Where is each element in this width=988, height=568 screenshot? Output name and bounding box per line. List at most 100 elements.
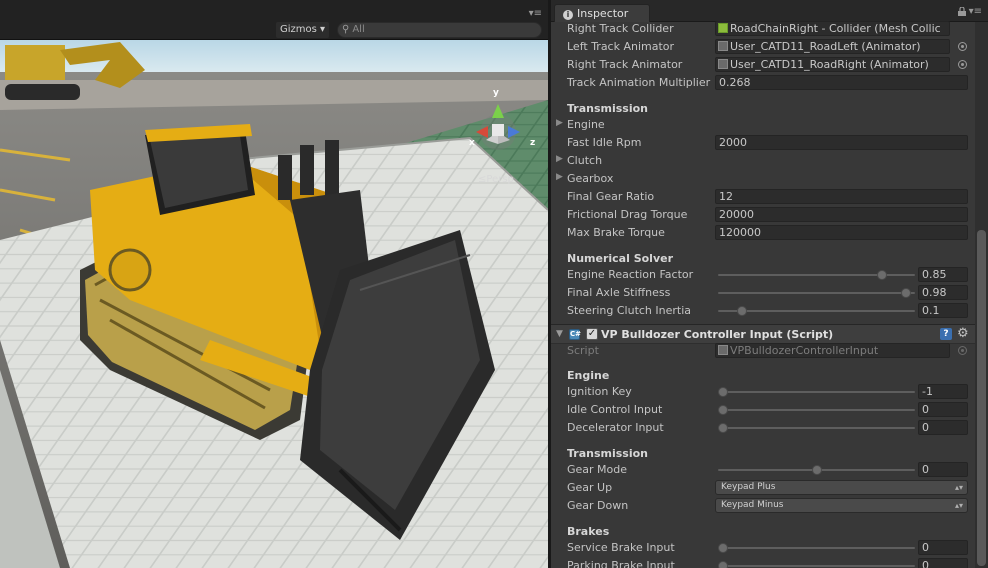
parking-brake-input-row: Parking Brake Input 0 [551, 557, 975, 568]
slider-knob[interactable] [718, 387, 728, 397]
track-animation-multiplier-input[interactable]: 0.268 [715, 75, 968, 90]
right-track-animator-row: Right Track Animator User_CATD11_RoadRig… [551, 56, 975, 74]
foldout-label: Clutch [567, 154, 603, 167]
right-track-collider-field[interactable]: RoadChainRight - Collider (Mesh Collic [715, 21, 950, 36]
field-label: Idle Control Input [567, 403, 663, 416]
field-label: Parking Brake Input [567, 559, 675, 568]
gear-icon[interactable]: ⚙ [957, 326, 969, 341]
field-value: VPBulldozerControllerInput [730, 344, 879, 357]
right-track-animator-field[interactable]: User_CATD11_RoadRight (Animator) [715, 57, 950, 72]
fast-idle-rpm-row: Fast Idle Rpm 2000 [551, 134, 975, 152]
scene-view[interactable]: ▾≡ Gizmos ▾ ⚲ All y x z ≤Persp [0, 0, 548, 568]
search-placeholder: All [352, 24, 365, 35]
field-label: Track Animation Multiplier [567, 76, 711, 89]
script-field: VPBulldozerControllerInput [715, 343, 950, 358]
scene-search-input[interactable]: ⚲ All [337, 22, 542, 38]
engine-foldout[interactable]: ▶ Engine [551, 116, 975, 134]
parking-brake-input-slider[interactable] [718, 565, 915, 567]
idle-control-input-field[interactable]: 0 [918, 402, 968, 417]
object-picker-icon [958, 346, 967, 355]
gear-mode-input[interactable]: 0 [918, 462, 968, 477]
script-file-icon [718, 345, 728, 355]
gear-up-dropdown[interactable]: Keypad Plus ▴▾ [715, 480, 968, 495]
animator-icon [718, 41, 728, 51]
inspector-scrollbar[interactable] [975, 22, 988, 568]
panel-menu-icon[interactable]: ▾≡ [529, 8, 542, 19]
service-brake-input-slider[interactable] [718, 547, 915, 549]
field-label: Steering Clutch Inertia [567, 304, 692, 317]
right-track-collider-row: Right Track Collider RoadChainRight - Co… [551, 20, 975, 38]
section-title: Transmission [567, 102, 649, 115]
idle-control-input-slider[interactable] [718, 409, 915, 411]
field-label: Decelerator Input [567, 421, 664, 434]
script-icon: C# [569, 329, 582, 340]
ignition-key-input[interactable]: -1 [918, 384, 968, 399]
lock-icon[interactable] [958, 7, 966, 16]
engine-reaction-factor-input[interactable]: 0.85 [918, 267, 968, 282]
slider-knob[interactable] [718, 423, 728, 433]
chevron-right-icon: ▶ [556, 154, 563, 164]
slider-knob[interactable] [736, 306, 747, 316]
help-icon[interactable]: ? [940, 328, 952, 340]
final-axle-stiffness-row: Final Axle Stiffness 0.98 [551, 284, 975, 302]
slider-knob[interactable] [876, 270, 887, 280]
axis-z-label[interactable]: z [530, 138, 535, 148]
idle-control-input-row: Idle Control Input 0 [551, 401, 975, 419]
tab-inspector-label: Inspector [577, 7, 629, 20]
field-label: Frictional Drag Torque [567, 208, 688, 221]
component-enabled-checkbox[interactable]: ✓ [586, 328, 598, 340]
ignition-key-slider[interactable] [718, 391, 915, 393]
persp-toggle[interactable]: ≤Persp [478, 174, 514, 185]
panel-menu-icon[interactable]: ▾≡ [969, 6, 982, 17]
field-label: Engine Reaction Factor [567, 268, 694, 281]
steering-clutch-inertia-slider[interactable] [718, 310, 915, 312]
ignition-key-row: Ignition Key -1 [551, 383, 975, 401]
scrollbar-thumb[interactable] [977, 230, 986, 566]
gear-down-dropdown[interactable]: Keypad Minus ▴▾ [715, 498, 968, 513]
decelerator-input-row: Decelerator Input 0 [551, 419, 975, 437]
final-axle-stiffness-input[interactable]: 0.98 [918, 285, 968, 300]
field-label: Gear Mode [567, 463, 628, 476]
field-label: Max Brake Torque [567, 226, 665, 239]
max-brake-torque-input[interactable]: 120000 [715, 225, 968, 240]
final-axle-stiffness-slider[interactable] [718, 292, 915, 294]
field-value: User_CATD11_RoadRight (Animator) [730, 58, 929, 71]
axis-y-label: y [493, 88, 499, 98]
gizmos-dropdown[interactable]: Gizmos ▾ [276, 22, 330, 38]
slider-knob[interactable] [718, 561, 728, 568]
field-label: Final Axle Stiffness [567, 286, 671, 299]
decelerator-input-slider[interactable] [718, 427, 915, 429]
field-label: Gear Down [567, 499, 629, 512]
component-header[interactable]: ▼ C# ✓ VP Bulldozer Controller Input (Sc… [551, 324, 975, 344]
gearbox-foldout[interactable]: ▶ Gearbox [551, 170, 975, 188]
steering-clutch-inertia-input[interactable]: 0.1 [918, 303, 968, 318]
field-label: Fast Idle Rpm [567, 136, 642, 149]
field-label: Service Brake Input [567, 541, 675, 554]
engine-reaction-factor-row: Engine Reaction Factor 0.85 [551, 266, 975, 284]
info-icon: i [563, 10, 573, 20]
section-title: Numerical Solver [567, 252, 674, 265]
gear-up-row: Gear Up Keypad Plus ▴▾ [551, 479, 975, 497]
slider-knob[interactable] [718, 405, 728, 415]
service-brake-input-field[interactable]: 0 [918, 540, 968, 555]
decelerator-input-field[interactable]: 0 [918, 420, 968, 435]
fast-idle-rpm-input[interactable]: 2000 [715, 135, 968, 150]
search-icon: ⚲ [342, 24, 350, 35]
left-track-animator-field[interactable]: User_CATD11_RoadLeft (Animator) [715, 39, 950, 54]
axis-x-label[interactable]: x [469, 138, 475, 148]
slider-knob[interactable] [718, 543, 728, 553]
object-picker-icon[interactable] [958, 42, 967, 51]
frictional-drag-torque-input[interactable]: 20000 [715, 207, 968, 222]
scene-viewport[interactable]: y x z ≤Persp [0, 40, 548, 568]
final-gear-ratio-input[interactable]: 12 [715, 189, 968, 204]
section-title: Engine [567, 369, 610, 382]
object-picker-icon[interactable] [958, 60, 967, 69]
parking-brake-input-field[interactable]: 0 [918, 558, 968, 568]
clutch-foldout[interactable]: ▶ Clutch [551, 152, 975, 170]
slider-knob[interactable] [811, 465, 822, 475]
field-label: Final Gear Ratio [567, 190, 655, 203]
dropdown-arrows-icon: ▴▾ [954, 501, 963, 510]
track-animation-multiplier-row: Track Animation Multiplier 0.268 [551, 74, 975, 92]
chevron-down-icon[interactable]: ▼ [556, 329, 563, 339]
slider-knob[interactable] [901, 288, 912, 298]
